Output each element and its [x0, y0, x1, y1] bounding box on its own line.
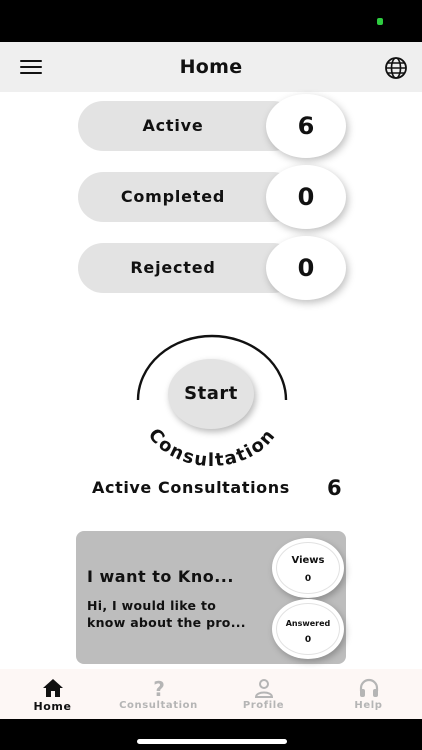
camera-indicator-icon — [377, 18, 383, 25]
stat-count-circle: 0 — [266, 236, 346, 300]
stat-pill: Active — [78, 101, 298, 151]
page-title: Home — [179, 56, 243, 78]
stat-rejected[interactable]: Rejected 0 — [78, 236, 346, 300]
person-icon — [254, 679, 274, 698]
start-consultation-widget[interactable]: Consultation Start — [134, 332, 290, 467]
start-button[interactable]: Start — [168, 359, 254, 429]
svg-text:?: ? — [153, 678, 165, 698]
tab-label: Consultation — [119, 700, 198, 711]
counter-ring — [272, 599, 344, 659]
stat-count-circle: 6 — [266, 94, 346, 158]
consultation-card[interactable]: I want to Kno... Hi, I would like to kno… — [76, 531, 346, 664]
svg-text:Consultation: Consultation — [144, 425, 280, 467]
answered-value: 0 — [304, 635, 312, 645]
consultation-arc-text: Consultation — [144, 425, 279, 467]
tab-home[interactable]: Home — [0, 669, 105, 719]
views-counter: Views 0 — [272, 538, 344, 598]
stat-value: 6 — [297, 112, 315, 140]
stat-count-circle: 0 — [266, 165, 346, 229]
status-bar — [0, 0, 422, 42]
stat-completed[interactable]: Completed 0 — [78, 165, 346, 229]
tab-help[interactable]: Help — [316, 669, 421, 719]
card-title: I want to Kno... — [87, 567, 234, 586]
globe-icon[interactable] — [384, 56, 408, 80]
stat-label: Active — [142, 116, 204, 135]
active-consultations-count: 6 — [327, 476, 342, 500]
headphones-icon — [359, 678, 379, 697]
home-icon — [43, 679, 63, 697]
card-body-line: Hi, I would like to — [87, 598, 217, 613]
card-body: Hi, I would like to know about the pro..… — [87, 597, 267, 631]
views-value: 0 — [304, 574, 312, 584]
stat-label: Completed — [120, 187, 226, 206]
stat-pill: Completed — [78, 172, 298, 222]
tab-label: Home — [33, 700, 72, 713]
stat-active[interactable]: Active 6 — [78, 94, 346, 158]
home-indicator[interactable] — [137, 739, 287, 744]
stat-value: 0 — [297, 183, 315, 211]
tab-label: Help — [354, 700, 383, 711]
question-mark-icon: ? — [153, 678, 165, 698]
bottom-tab-bar: Home ? Consultation Profile Help — [0, 669, 422, 719]
views-label: Views — [291, 555, 325, 566]
answered-label: Answered — [285, 619, 331, 628]
counter-ring — [272, 538, 344, 598]
tab-consultation[interactable]: ? Consultation — [106, 669, 211, 719]
active-consultations-title: Active Consultations — [92, 478, 290, 497]
tab-label: Profile — [242, 700, 285, 711]
stat-value: 0 — [297, 254, 315, 282]
stat-pill: Rejected — [78, 243, 298, 293]
answered-counter: Answered 0 — [272, 599, 344, 659]
stat-label: Rejected — [130, 258, 216, 277]
tab-profile[interactable]: Profile — [211, 669, 316, 719]
app-header: Home — [0, 42, 422, 92]
card-body-line: know about the pro... — [87, 615, 246, 630]
system-home-bar — [0, 719, 422, 750]
